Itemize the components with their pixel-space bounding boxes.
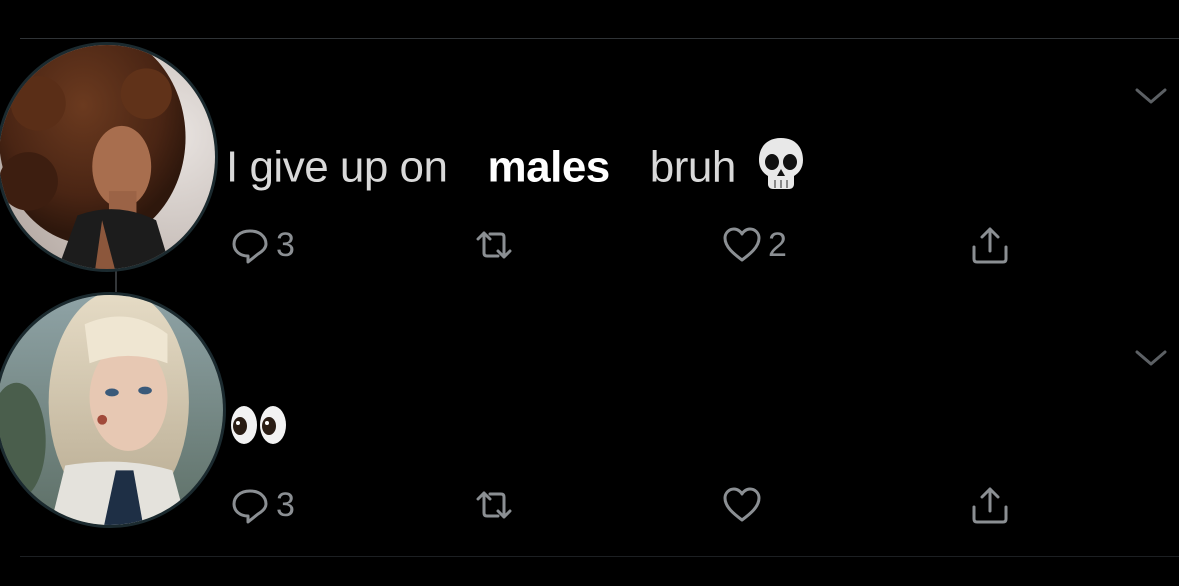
retweet-icon bbox=[476, 231, 512, 259]
blonde-woman-avatar-image bbox=[0, 295, 223, 525]
reply-button[interactable]: 3 bbox=[228, 220, 295, 270]
tweet-text-part-1: I give up on bbox=[226, 142, 448, 192]
retweet-button[interactable] bbox=[472, 220, 520, 270]
like-button[interactable]: 2 bbox=[720, 220, 787, 270]
more-options-chevron-icon[interactable] bbox=[1131, 80, 1171, 110]
skull-emoji bbox=[756, 136, 806, 192]
more-options-chevron-icon[interactable] bbox=[1131, 342, 1171, 372]
share-icon bbox=[972, 487, 1008, 524]
eyes-emoji bbox=[228, 404, 290, 446]
reply-icon bbox=[232, 489, 268, 524]
reply-count: 3 bbox=[276, 225, 295, 264]
top-divider bbox=[20, 38, 1179, 39]
bottom-divider bbox=[20, 556, 1179, 557]
tweet-2[interactable]: 3 bbox=[0, 290, 1179, 556]
reply-button[interactable]: 3 bbox=[228, 480, 295, 530]
like-count: 2 bbox=[768, 225, 787, 264]
retweet-button[interactable] bbox=[472, 480, 520, 530]
tweet-text: I give up on males bruh bbox=[226, 138, 806, 198]
reply-icon bbox=[232, 229, 268, 264]
like-button[interactable] bbox=[720, 480, 768, 530]
share-icon bbox=[972, 227, 1008, 264]
reply-count: 3 bbox=[276, 485, 295, 524]
curly-hair-woman-avatar-image bbox=[0, 45, 215, 269]
tweet-text-highlight: males bbox=[487, 142, 611, 192]
retweet-icon bbox=[476, 491, 512, 519]
share-button[interactable] bbox=[968, 480, 1012, 530]
tweet-text-part-2: bruh bbox=[649, 142, 737, 192]
share-button[interactable] bbox=[968, 220, 1012, 270]
heart-icon bbox=[723, 227, 761, 262]
avatar[interactable] bbox=[0, 292, 226, 528]
heart-icon bbox=[723, 487, 761, 522]
tweet-1[interactable]: I give up on males bruh 3 2 bbox=[0, 40, 1179, 290]
avatar[interactable] bbox=[0, 42, 218, 272]
